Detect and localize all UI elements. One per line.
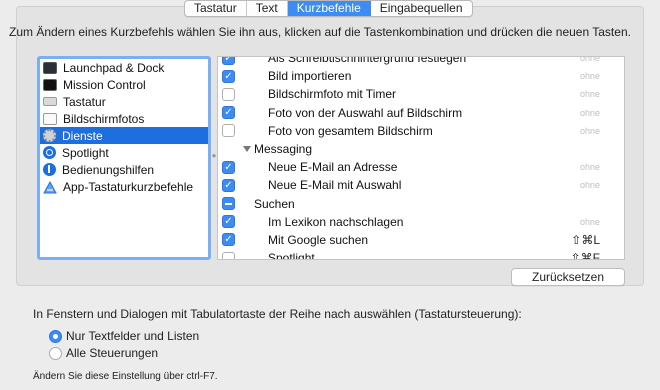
shortcut-label: Foto von gesamtem Bildschirm	[268, 123, 433, 138]
category-label: Bedienungshilfen	[62, 162, 155, 177]
mission-control-icon	[43, 78, 57, 91]
shortcut-row[interactable]: Foto von gesamtem Bildschirm ohne	[218, 122, 624, 140]
shortcut-checkbox[interactable]: ✓	[222, 160, 235, 174]
category-list[interactable]: Launchpad & Dock Mission Control Tastatu…	[37, 56, 211, 260]
category-item-app-shortcuts[interactable]: App-Tastaturkurzbefehle	[40, 178, 208, 195]
screenshot-icon	[43, 112, 57, 125]
category-label: Tastatur	[63, 94, 106, 109]
shortcut-key[interactable]: ohne	[580, 126, 600, 136]
category-label: Spotlight	[62, 145, 109, 160]
shortcut-checkbox[interactable]	[222, 251, 235, 259]
tab-kurzbefehle[interactable]: Kurzbefehle	[287, 1, 371, 16]
tab-text[interactable]: Text	[247, 1, 288, 16]
radio-label: Nur Textfelder und Listen	[66, 329, 200, 343]
shortcut-group-row[interactable]: Messaging	[218, 140, 624, 158]
shortcut-label: Spotlight	[268, 251, 315, 260]
shortcut-label: Im Lexikon nachschlagen	[268, 214, 404, 229]
shortcut-row[interactable]: ✓ Als Schreibtischhintergrund festlegen …	[218, 56, 624, 67]
radio-button[interactable]	[49, 346, 62, 360]
shortcut-checkbox[interactable]: ✓	[222, 215, 235, 229]
shortcut-label: Bild importieren	[268, 69, 352, 84]
reset-button[interactable]: Zurücksetzen	[511, 268, 625, 286]
category-item-launchpad[interactable]: Launchpad & Dock	[40, 59, 208, 76]
shortcut-row[interactable]: ✓ Mit Google suchen ⇧⌘L	[218, 231, 624, 249]
shortcut-checkbox[interactable]: ✓	[222, 69, 235, 83]
shortcut-key[interactable]: ohne	[580, 57, 600, 63]
category-label: Launchpad & Dock	[63, 60, 165, 75]
shortcut-checkbox[interactable]: ✓	[222, 57, 235, 65]
shortcut-key[interactable]: ohne	[580, 89, 600, 99]
tab-eingabequellen[interactable]: Eingabequellen	[371, 1, 472, 16]
shortcut-group-checkbox[interactable]	[222, 197, 235, 211]
spotlight-icon	[43, 146, 56, 159]
shortcut-key[interactable]: ohne	[580, 217, 600, 227]
shortcut-checkbox[interactable]	[222, 87, 235, 101]
category-label: App-Tastaturkurzbefehle	[63, 179, 194, 194]
instruction-text: Zum Ändern eines Kurzbefehls wählen Sie …	[9, 25, 631, 39]
radio-button[interactable]	[49, 329, 62, 343]
shortcut-key[interactable]: ⇧⌘L	[571, 233, 600, 247]
shortcut-hint-text: Ändern Sie diese Einstellung über ctrl-F…	[33, 371, 218, 382]
shortcut-row[interactable]: ✓ Im Lexikon nachschlagen ohne	[218, 213, 624, 231]
category-label: Dienste	[62, 128, 103, 143]
category-label: Mission Control	[63, 77, 146, 92]
app-shortcuts-icon	[43, 180, 57, 193]
shortcut-key[interactable]: ohne	[580, 162, 600, 172]
launchpad-icon	[43, 61, 57, 74]
tab-bar: Tastatur Text Kurzbefehle Eingabequellen	[184, 0, 473, 17]
category-item-mission-control[interactable]: Mission Control	[40, 76, 208, 93]
tab-tastatur[interactable]: Tastatur	[185, 1, 247, 16]
category-item-spotlight[interactable]: Spotlight	[40, 144, 208, 161]
shortcut-row[interactable]: ✓ Neue E-Mail an Adresse ohne	[218, 158, 624, 176]
shortcut-checkbox[interactable]: ✓	[222, 233, 235, 247]
shortcut-row[interactable]: ✓ Foto von der Auswahl auf Bildschirm oh…	[218, 104, 624, 122]
category-item-accessibility[interactable]: Bedienungshilfen	[40, 161, 208, 178]
shortcut-checkbox[interactable]: ✓	[222, 106, 235, 120]
radio-option-text-fields[interactable]: Nur Textfelder und Listen	[49, 329, 199, 343]
full-keyboard-access-description: In Fenstern und Dialogen mit Tabulatorta…	[33, 307, 522, 321]
services-gear-icon	[43, 129, 56, 142]
shortcut-key[interactable]: ⇧⌘F	[571, 251, 600, 259]
shortcut-label: Mit Google suchen	[268, 232, 369, 247]
shortcut-group-label: Suchen	[254, 196, 295, 211]
radio-label: Alle Steuerungen	[66, 346, 159, 360]
category-item-keyboard[interactable]: Tastatur	[40, 93, 208, 110]
shortcut-checkbox[interactable]	[222, 124, 235, 138]
category-item-screenshots[interactable]: Bildschirmfotos	[40, 110, 208, 127]
shortcut-label: Foto von der Auswahl auf Bildschirm	[268, 105, 463, 120]
shortcut-group-label: Messaging	[254, 142, 313, 157]
shortcut-checkbox[interactable]: ✓	[222, 178, 235, 192]
category-label: Bildschirmfotos	[63, 111, 145, 126]
shortcut-label: Neue E-Mail mit Auswahl	[268, 178, 402, 193]
shortcut-key[interactable]: ohne	[580, 180, 600, 190]
shortcut-label: Als Schreibtischhintergrund festlegen	[268, 56, 467, 66]
category-item-services[interactable]: Dienste	[40, 127, 208, 144]
keyboard-icon	[43, 97, 57, 106]
shortcut-group-row[interactable]: Suchen	[218, 195, 624, 213]
shortcut-key[interactable]: ohne	[580, 108, 600, 118]
shortcut-key[interactable]: ohne	[580, 71, 600, 81]
shortcut-row[interactable]: ✓ Neue E-Mail mit Auswahl ohne	[218, 176, 624, 194]
shortcut-row[interactable]: Bildschirmfoto mit Timer ohne	[218, 85, 624, 103]
shortcut-label: Bildschirmfoto mit Timer	[268, 87, 397, 102]
shortcut-row[interactable]: ✓ Bild importieren ohne	[218, 67, 624, 85]
radio-option-all-controls[interactable]: Alle Steuerungen	[49, 346, 158, 360]
disclosure-triangle-icon[interactable]	[243, 146, 251, 153]
accessibility-icon	[43, 163, 56, 176]
shortcut-label: Neue E-Mail an Adresse	[268, 160, 398, 175]
shortcut-list[interactable]: ✓ Als Schreibtischhintergrund festlegen …	[217, 56, 625, 260]
shortcut-row[interactable]: Spotlight ⇧⌘F	[218, 249, 624, 260]
